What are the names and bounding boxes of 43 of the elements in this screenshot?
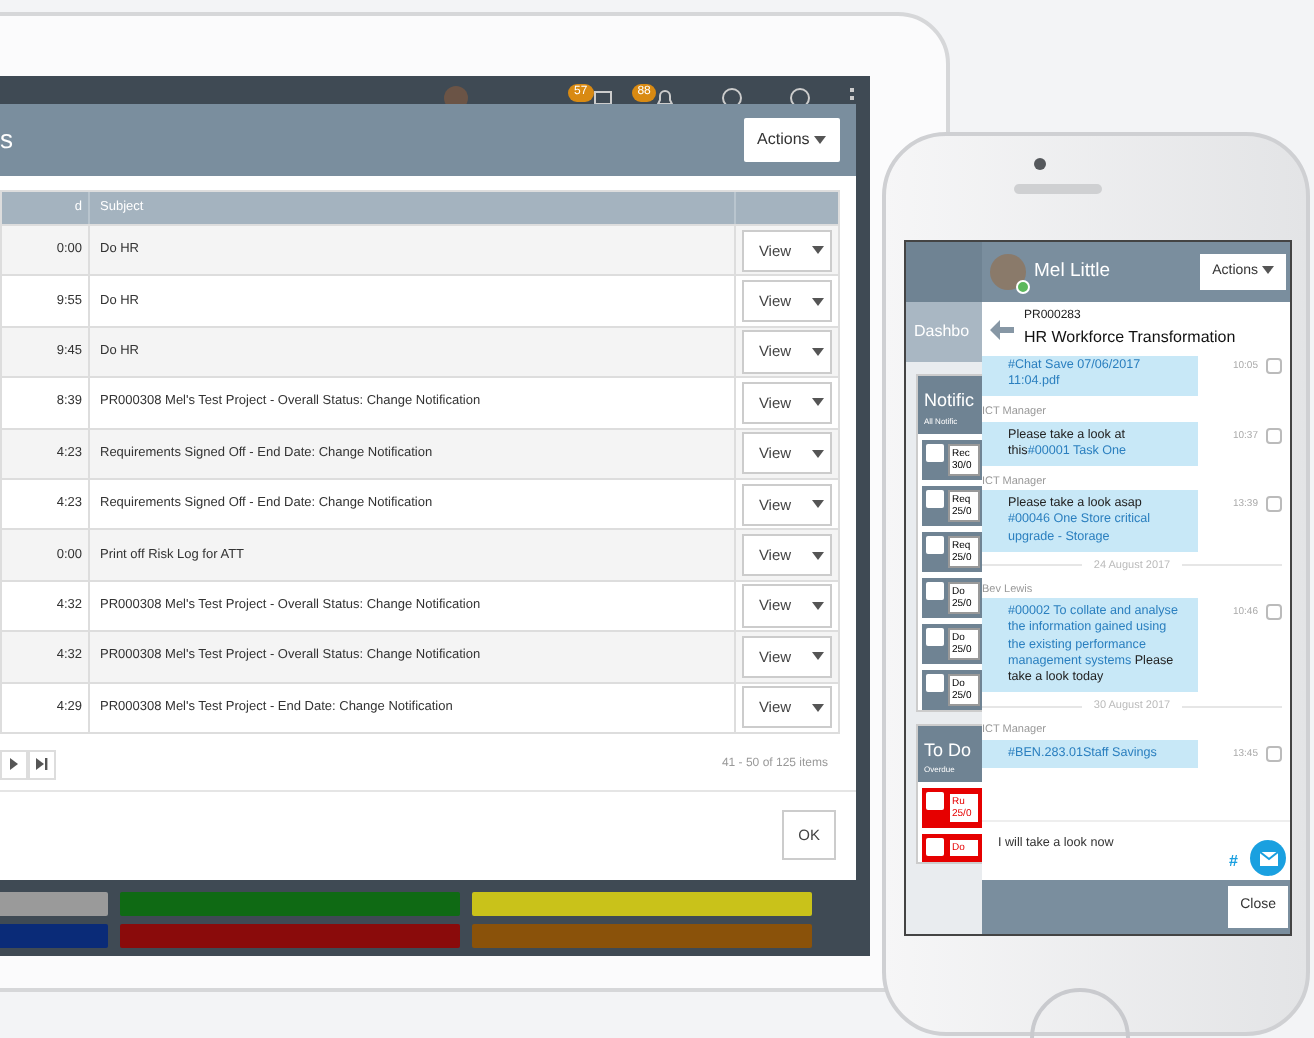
checkbox[interactable] [926,792,944,810]
checkbox[interactable] [1266,604,1282,621]
project-title: HR Workforce Transformation [1024,326,1236,350]
camera-icon [1034,158,1046,170]
next-page-button[interactable] [0,749,28,780]
caret-icon [811,551,824,560]
checkbox[interactable] [926,443,944,461]
caret-icon [811,246,824,255]
caret-icon [811,652,824,661]
checkbox[interactable] [1266,427,1282,444]
speaker-grille [1014,184,1102,194]
checkbox[interactable] [926,489,944,507]
caret-icon [811,347,824,356]
checkbox[interactable] [1266,496,1282,513]
dashboard-title: Dashbo [906,302,986,362]
skip-end-icon [36,758,48,771]
envelope-icon [1259,851,1277,865]
send-button[interactable] [1250,840,1286,876]
caret-icon [1262,265,1274,274]
caret-icon [814,135,826,144]
panel-title: Notific [924,388,977,414]
checkbox[interactable] [926,838,944,856]
checkbox[interactable] [926,673,944,691]
caret-icon [811,601,824,610]
checkbox[interactable] [1266,745,1282,762]
last-page-button[interactable] [28,749,56,780]
panel-title: To Do [924,737,974,763]
checkbox[interactable] [1266,358,1282,374]
play-icon [8,758,20,771]
caret-icon [811,297,824,306]
dialog-title: s [0,122,13,159]
envelope-icon[interactable] [593,89,612,105]
caret-icon [811,500,824,509]
checkbox[interactable] [926,535,944,553]
actions-button[interactable]: Actions [743,118,840,162]
caret-icon [811,398,824,407]
bell-icon[interactable] [656,89,675,105]
back-arrow-icon[interactable] [990,319,1014,339]
caret-icon [811,703,824,712]
caret-icon [811,449,824,458]
checkbox[interactable] [926,627,944,645]
user-name: Mel Little [1034,257,1111,286]
checkbox[interactable] [926,581,944,599]
